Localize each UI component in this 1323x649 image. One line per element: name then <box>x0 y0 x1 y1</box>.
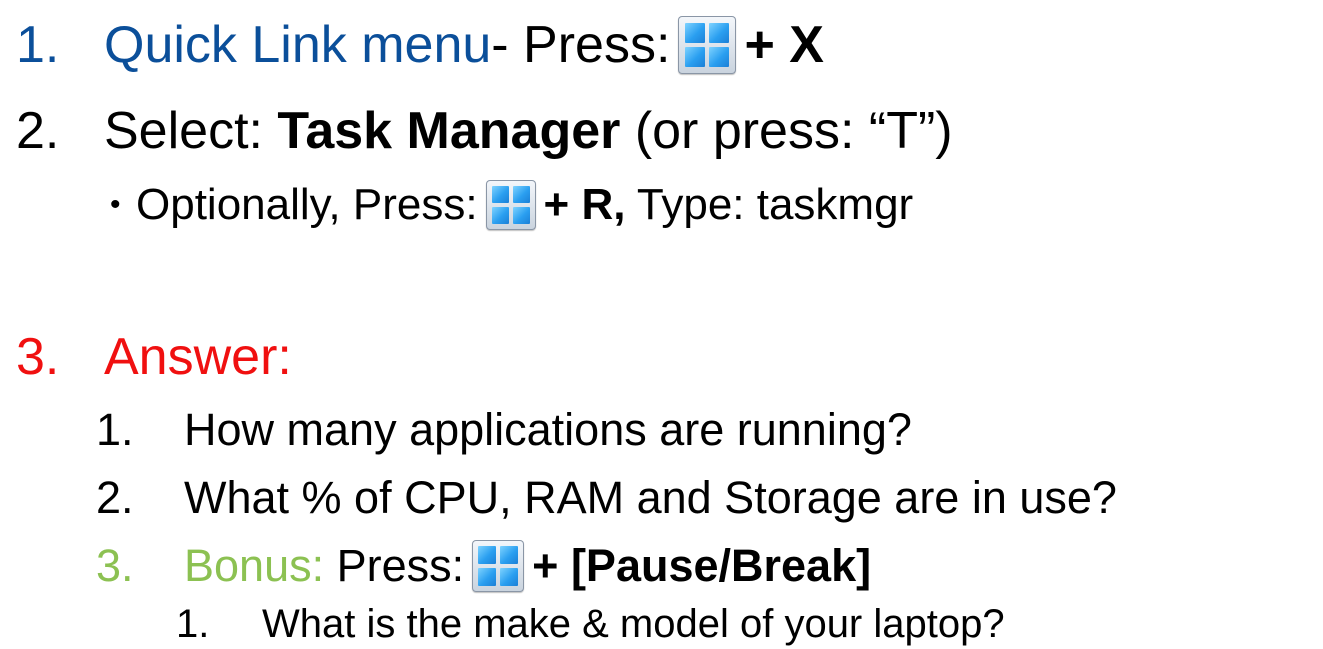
windows-key-icon <box>472 540 525 592</box>
step-1-press-label: - Press: <box>491 16 671 74</box>
question-1-text: How many applications are running? <box>184 404 912 455</box>
bonus-press-label: Press: <box>324 540 465 591</box>
bullet-prefix: Optionally, Press: <box>136 180 478 229</box>
question-1-number: 1. <box>96 404 134 455</box>
step-2-number: 2. <box>16 102 60 160</box>
question-2-text: What % of CPU, RAM and Storage are in us… <box>184 472 1117 523</box>
question-2-number: 2. <box>96 472 134 523</box>
bonus-sub-question-1-text: What is the make & model of your laptop? <box>262 601 1005 646</box>
bullet-key-combo: + R, <box>543 180 626 229</box>
question-2: 2. What % of CPU, RAM and Storage are in… <box>96 470 1117 526</box>
bullet-suffix: Type: taskmgr <box>625 180 914 229</box>
bonus-question: 3. Bonus: Press: + [Pause/Break] <box>96 538 871 594</box>
bonus-sub-question-1-number: 1. <box>176 601 210 646</box>
step-2-bullet: • Optionally, Press: + R, Type: taskmgr <box>110 178 913 232</box>
step-2-suffix: (or press: “T”) <box>620 102 953 160</box>
question-1: 1. How many applications are running? <box>96 402 912 458</box>
step-2: 2. Select: Task Manager (or press: “T”) <box>16 100 953 162</box>
windows-key-icon <box>485 180 536 230</box>
task-manager-label: Task Manager <box>277 102 621 160</box>
bonus-sub-question-1: 1. What is the make & model of your lapt… <box>176 600 1005 648</box>
bonus-number: 3. <box>96 540 134 591</box>
quick-link-menu-label: Quick Link menu <box>104 16 492 74</box>
step-1-key-combo: + X <box>744 16 824 74</box>
bonus-key-combo: + [Pause/Break] <box>532 540 872 591</box>
bonus-label: Bonus: <box>184 540 325 591</box>
step-1-number: 1. <box>16 16 60 74</box>
bullet-marker: • <box>110 188 121 221</box>
step-1: 1. Quick Link menu - Press: + X <box>16 14 824 76</box>
answer-label: Answer: <box>104 328 292 386</box>
windows-key-icon <box>678 16 737 74</box>
step-3-number: 3. <box>16 328 60 386</box>
step-3: 3. Answer: <box>16 326 292 388</box>
step-2-prefix: Select: <box>104 102 278 160</box>
